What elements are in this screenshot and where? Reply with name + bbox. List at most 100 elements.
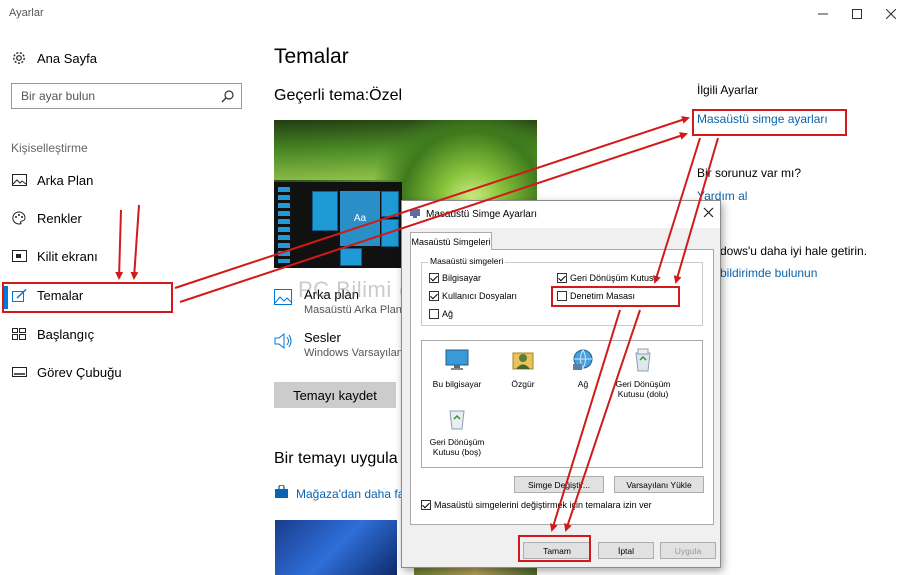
checkbox-label: Bilgisayar: [442, 273, 482, 283]
window-title: Ayarlar: [9, 7, 44, 19]
close-window-button[interactable]: [874, 0, 908, 28]
sidebar-item-label: Kilit ekranı: [37, 248, 98, 264]
store-link-text: Mağaza'dan daha fa: [296, 486, 405, 501]
checkbox-label: Masaüstü simgelerini değiştirmek için te…: [434, 500, 652, 510]
sidebar-item-label: Başlangıç: [37, 326, 95, 342]
preview-tile: [312, 191, 338, 231]
sidebar-item-background[interactable]: Arka Plan: [11, 172, 93, 188]
sidebar-item-home[interactable]: Ana Sayfa: [11, 50, 97, 66]
option-title: Sesler: [304, 330, 341, 345]
sidebar-item-start[interactable]: Başlangıç: [11, 326, 94, 342]
store-link[interactable]: Mağaza'dan daha fa: [274, 484, 405, 502]
minimize-icon: [818, 13, 828, 15]
picture-icon: [11, 172, 27, 188]
checkbox-box[interactable]: [421, 500, 431, 510]
checkbox-computer[interactable]: Bilgisayar: [429, 273, 481, 283]
network-icon: [573, 349, 593, 370]
dialog-title-bar: Masaüstü Simge Ayarları: [402, 201, 720, 228]
cancel-button[interactable]: İptal: [598, 542, 654, 559]
icon-item-recycle-empty[interactable]: Geri Dönüşüm Kutusu (boş): [426, 405, 488, 457]
annotation-highlight-themes: [2, 282, 173, 313]
preview-tile: [381, 191, 399, 217]
annotation-highlight-ok: [518, 535, 591, 562]
maximize-button[interactable]: [840, 0, 874, 28]
preview-tile-strip: [278, 187, 290, 263]
sidebar-item-label: Renkler: [37, 210, 82, 226]
restore-default-button[interactable]: Varsayılanı Yükle: [614, 476, 704, 493]
sidebar-item-taskbar[interactable]: Görev Çubuğu: [11, 364, 122, 380]
checkbox-box[interactable]: [557, 273, 567, 283]
checkbox-recycle-bin[interactable]: Geri Dönüşüm Kutusu: [557, 273, 659, 283]
arrow: [130, 204, 140, 280]
sidebar-item-lock-screen[interactable]: Kilit ekranı: [11, 248, 98, 264]
theme-option-sounds[interactable]: Sesler Windows Varsayılan: [274, 330, 403, 359]
checkbox-box[interactable]: [429, 291, 439, 301]
icon-label: Ağ: [577, 379, 589, 389]
icon-item-recycle-full[interactable]: Geri Dönüşüm Kutusu (dolu): [612, 347, 674, 399]
lock-screen-icon: [11, 248, 27, 264]
save-theme-button[interactable]: Temayı kaydet: [274, 382, 396, 408]
tab-desktop-icons[interactable]: Masaüstü Simgeleri: [410, 232, 492, 250]
user-folder-icon: [512, 352, 534, 370]
current-theme-heading: Geçerli tema:Özel: [274, 87, 403, 104]
page-title: Temalar: [274, 45, 349, 68]
search-icon[interactable]: [221, 89, 235, 108]
dialog-close-button[interactable]: [703, 207, 714, 221]
annotation-highlight-link: [692, 109, 847, 136]
improve-text: dows'u daha iyi hale getirin.: [720, 244, 868, 258]
preview-tile: [340, 248, 362, 266]
recycle-bin-full-icon: [635, 348, 651, 372]
annotation-highlight-checkbox: [551, 286, 680, 307]
close-icon: [703, 207, 714, 218]
sidebar-item-label: Görev Çubuğu: [37, 364, 122, 380]
speaker-icon: [274, 332, 296, 354]
option-value: Masaüstü Arka Planı: [304, 304, 405, 316]
picture-icon: [274, 289, 296, 311]
checkbox-allow-themes[interactable]: Masaüstü simgelerini değiştirmek için te…: [421, 500, 652, 510]
sidebar-item-colors[interactable]: Renkler: [11, 210, 82, 226]
arrow: [115, 209, 124, 280]
feedback-link[interactable]: bildirimde bulunun: [720, 266, 817, 280]
icon-item-user[interactable]: Özgür: [492, 347, 554, 389]
preview-tile-text: Aa: [340, 191, 380, 246]
checkbox-label: Geri Dönüşüm Kutusu: [570, 273, 659, 283]
minimize-button[interactable]: [806, 0, 840, 28]
checkbox-user-files[interactable]: Kullanıcı Dosyaları: [429, 291, 517, 301]
icon-label: Geri Dönüşüm Kutusu (dolu): [615, 379, 671, 399]
section-label: Kişiselleştirme: [11, 141, 88, 155]
question-heading: Bir sorunuz var mı?: [697, 166, 802, 180]
icons-list[interactable]: Bu bilgisayar Özgür Ağ Geri Dönüşüm Kutu…: [421, 340, 703, 468]
window-controls: [806, 0, 908, 28]
search-box[interactable]: [11, 83, 242, 109]
palette-icon: [11, 210, 27, 226]
checkbox-box[interactable]: [429, 273, 439, 283]
dialog-app-icon: [410, 208, 420, 221]
gear-icon: [11, 50, 27, 66]
checkbox-label: Ağ: [442, 309, 454, 319]
apply-theme-heading: Bir temayı uygula: [274, 450, 398, 467]
store-icon: [274, 484, 289, 502]
theme-thumbnail[interactable]: [275, 520, 397, 575]
icon-item-computer[interactable]: Bu bilgisayar: [426, 347, 488, 389]
related-settings-heading: İlgili Ayarlar: [697, 83, 759, 97]
group-label: Masaüstü simgeleri: [428, 256, 506, 266]
option-value: Windows Varsayılan: [304, 347, 403, 359]
search-input[interactable]: [12, 84, 212, 108]
icon-label: Bu bilgisayar: [432, 379, 482, 389]
icon-item-network[interactable]: Ağ: [552, 347, 614, 389]
desktop-icon-settings-dialog: Masaüstü Simge Ayarları Masaüstü Simgele…: [401, 200, 721, 568]
sidebar-item-label: Arka Plan: [37, 172, 94, 188]
icon-label: Geri Dönüşüm Kutusu (boş): [429, 437, 485, 457]
dialog-title: Masaüstü Simge Ayarları: [426, 209, 537, 220]
computer-icon: [445, 349, 469, 370]
recycle-bin-empty-icon: [449, 410, 465, 430]
apply-button[interactable]: Uygula: [660, 542, 716, 559]
checkbox-label: Kullanıcı Dosyaları: [442, 291, 518, 301]
taskbar-icon: [11, 364, 27, 380]
icon-label: Özgür: [511, 379, 535, 389]
checkbox-network[interactable]: Ağ: [429, 309, 453, 319]
change-icon-button[interactable]: Simge Değiştir...: [514, 476, 604, 493]
start-icon: [11, 326, 27, 342]
checkbox-box[interactable]: [429, 309, 439, 319]
sidebar-item-label: Ana Sayfa: [37, 50, 97, 66]
